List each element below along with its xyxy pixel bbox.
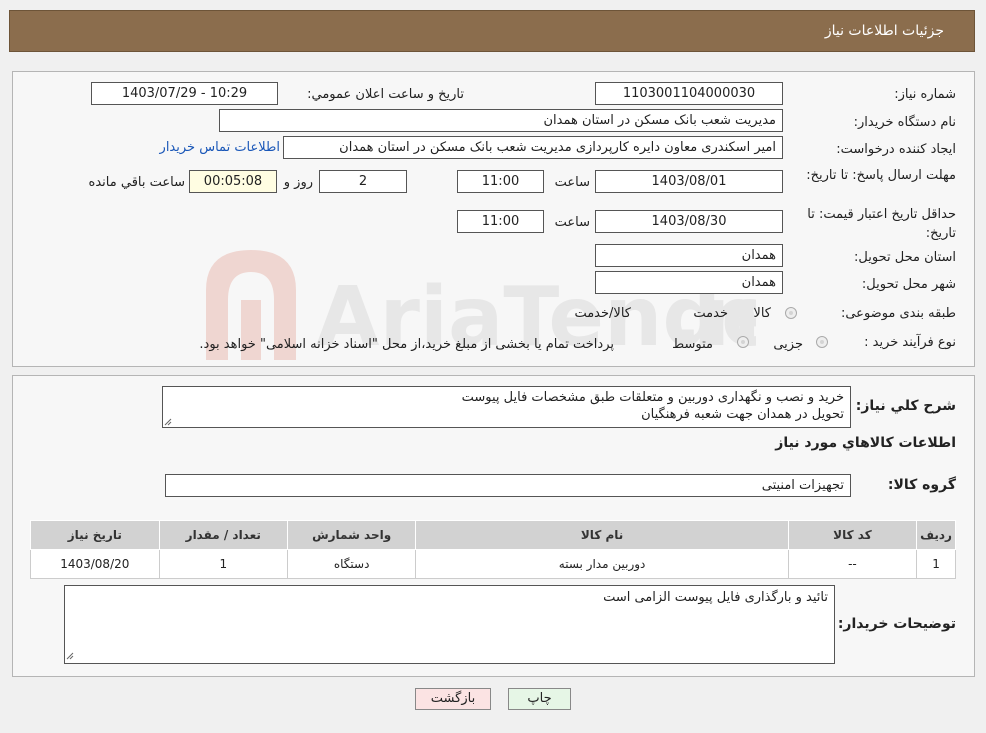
buyer-contact-link[interactable]: اطلاعات تماس خريدار	[160, 140, 280, 155]
process-partial-radio[interactable]	[816, 336, 828, 348]
col-goods-name: نام کالا	[415, 520, 789, 550]
reply-time-field: 11:00	[457, 170, 544, 193]
remaining-time-field: 00:05:08	[189, 170, 277, 193]
goods-group-field: تجهيزات امنيتی	[165, 474, 851, 497]
announce-datetime-field: 1403/07/29 - 10:29	[91, 82, 278, 105]
col-need-date: تاريخ نياز	[30, 520, 160, 550]
cell-quantity: 1	[158, 549, 288, 579]
city-field: همدان	[595, 271, 783, 294]
remaining-label: ساعت باقي مانده	[88, 175, 185, 190]
process-partial-label: جزیی	[773, 337, 803, 352]
remaining-days-field: 2	[319, 170, 407, 193]
col-quantity: تعداد / مقدار	[158, 520, 288, 550]
need-number-field: 1103001104000030	[595, 82, 783, 105]
col-goods-code: کد کالا	[787, 520, 918, 550]
goods-info-title: اطلاعات کالاهاي مورد نياز	[775, 435, 956, 451]
cell-need-date: 1403/08/20	[30, 549, 160, 579]
city-label: شهر محل تحویل:	[861, 277, 956, 292]
cell-goods-code: --	[787, 549, 918, 579]
cell-row-number: 1	[916, 549, 956, 579]
category-label: طبقه بندی موضوعی:	[840, 306, 956, 321]
goods-table-header-row: رديف کد کالا نام کالا واحد شمارش تعداد /…	[30, 520, 956, 550]
creator-label: ایجاد کننده درخواست:	[836, 142, 956, 157]
buyer-notes-textarea[interactable]: تائيد و بارگذاری فايل پيوست الزامی است	[64, 585, 835, 664]
buyer-notes-label: توضيحات خريدار:	[837, 616, 956, 632]
cell-unit: دستگاه	[286, 549, 417, 579]
summary-line-1: خريد و نصب و نگهداری دوربين و متعلقات طب…	[461, 390, 844, 405]
col-unit: واحد شمارش	[286, 520, 417, 550]
process-type-label: نوع فرآیند خرید :	[864, 335, 956, 350]
summary-textarea[interactable]: خريد و نصب و نگهداری دوربين و متعلقات طب…	[162, 386, 851, 428]
reply-deadline-label: مهلت ارسال پاسخ: تا تاریخ:	[806, 168, 956, 183]
process-medium-radio[interactable]	[737, 336, 749, 348]
category-goods-service-label: کالا/خدمت	[574, 306, 631, 321]
category-goods-label: کالا	[753, 306, 771, 321]
summary-label: شرح کلي نياز:	[855, 398, 956, 414]
resize-handle-icon[interactable]	[164, 418, 172, 426]
category-goods-radio[interactable]	[785, 307, 797, 319]
goods-group-label: گروه کالا:	[887, 477, 956, 493]
creator-field: امير اسکندری معاون دايره کارپردازی مديري…	[283, 136, 783, 159]
price-validity-date-field: 1403/08/30	[595, 210, 783, 233]
province-label: استان محل تحویل:	[854, 250, 956, 265]
buyer-org-label: نام دستگاه خريدار:	[853, 115, 956, 130]
reply-time-label: ساعت	[554, 175, 590, 190]
buyer-org-field: مديريت شعب بانک مسکن در استان همدان	[219, 109, 783, 132]
days-label: روز و	[283, 175, 313, 190]
print-button[interactable]: چاپ	[508, 688, 571, 710]
process-payment-note: پرداخت تمام یا بخشی از مبلغ خرید،از محل …	[199, 337, 614, 352]
need-number-label: شماره نیاز:	[894, 87, 956, 102]
resize-handle-icon[interactable]	[66, 652, 74, 660]
summary-line-2: تحويل در همدان جهت شعبه فرهنگيان	[641, 407, 844, 422]
cell-goods-name: دوربين مدار بسته	[415, 549, 789, 579]
price-validity-time-field: 11:00	[457, 210, 544, 233]
page-header: جزئیات اطلاعات نیاز	[9, 10, 975, 52]
table-row: 1 -- دوربين مدار بسته دستگاه 1 1403/08/2…	[30, 549, 956, 579]
province-field: همدان	[595, 244, 783, 267]
col-row-number: رديف	[916, 520, 956, 550]
category-service-label: خدمت	[693, 306, 728, 321]
price-validity-time-label: ساعت	[554, 215, 590, 230]
goods-table: رديف کد کالا نام کالا واحد شمارش تعداد /…	[30, 520, 956, 579]
price-validity-label: حداقل تاریخ اعتبار قیمت: تا تاریخ:	[807, 207, 956, 241]
announce-datetime-label: تاریخ و ساعت اعلان عمومي:	[307, 87, 464, 102]
back-button[interactable]: بازگشت	[415, 688, 491, 710]
reply-date-field: 1403/08/01	[595, 170, 783, 193]
page-title: جزئیات اطلاعات نیاز	[824, 23, 944, 39]
process-medium-label: متوسط	[672, 337, 713, 352]
